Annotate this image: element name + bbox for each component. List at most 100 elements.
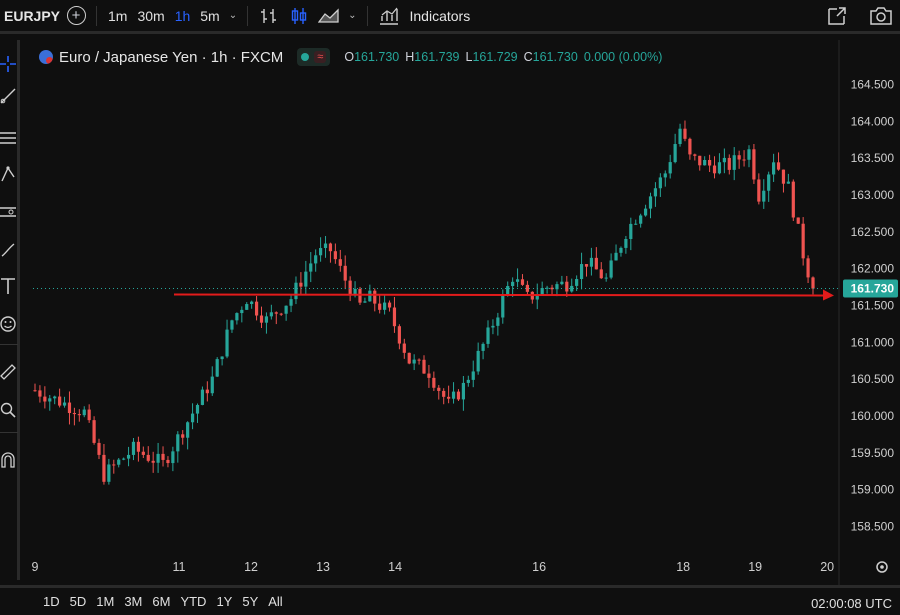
- price-chart[interactable]: 164.500 164.000 163.500 163.000 162.500 162.0…: [23, 40, 900, 585]
- candle-body: [156, 453, 160, 463]
- text-tool-icon[interactable]: [0, 274, 18, 298]
- candle-body: [456, 391, 461, 400]
- range-5d[interactable]: 5D: [65, 594, 92, 609]
- candle-body: [358, 288, 362, 303]
- candle-body: [417, 359, 421, 361]
- candle-body: [274, 312, 278, 314]
- y-tick-label: 158.500: [851, 520, 895, 534]
- candle-body: [77, 414, 81, 416]
- interval-5m[interactable]: 5m: [195, 8, 224, 24]
- candle-body: [673, 144, 677, 163]
- interval-1h[interactable]: 1h: [170, 8, 196, 24]
- candle-body: [707, 159, 712, 166]
- interval-30m[interactable]: 30m: [132, 8, 169, 24]
- candle-body: [33, 390, 37, 392]
- trend-line-icon[interactable]: [0, 84, 18, 108]
- y-tick-label: 160.500: [851, 372, 895, 386]
- horizontal-ray-line: [173, 293, 824, 297]
- candle-body: [501, 295, 505, 318]
- projection-icon[interactable]: [0, 200, 18, 224]
- indicators-button[interactable]: Indicators: [410, 8, 471, 24]
- x-tick-label: 14: [388, 560, 402, 574]
- compare-symbol-button[interactable]: +: [62, 2, 90, 30]
- candle-body: [363, 301, 367, 303]
- range-1m[interactable]: 1M: [91, 594, 119, 609]
- range-3m[interactable]: 3M: [119, 594, 147, 609]
- y-tick-label: 159.500: [851, 446, 895, 460]
- toolbar-right: [822, 4, 896, 28]
- candle-body: [210, 376, 214, 394]
- candle-body: [117, 459, 121, 465]
- crosshair-icon[interactable]: [0, 52, 18, 76]
- candle-body: [451, 391, 456, 399]
- candle-body: [328, 243, 333, 252]
- candle-body: [757, 179, 761, 202]
- market-open-icon: [301, 53, 310, 61]
- candle-body: [333, 251, 337, 260]
- range-6m[interactable]: 6M: [147, 594, 175, 609]
- market-status-badge[interactable]: ≈: [297, 48, 331, 66]
- candle-body: [629, 223, 633, 239]
- candle-body: [200, 389, 205, 405]
- indicators-icon[interactable]: [377, 4, 401, 28]
- candle-body: [624, 238, 628, 248]
- candle-body: [67, 402, 72, 414]
- utc-clock[interactable]: 02:00:08 UTC: [811, 596, 892, 611]
- candle-body: [87, 409, 91, 421]
- candle-body: [767, 174, 771, 191]
- interval-dropdown-icon[interactable]: ⌄: [225, 10, 241, 21]
- candle-body: [176, 434, 180, 452]
- bar-chart-type-icon[interactable]: [257, 4, 281, 28]
- chart-pane[interactable]: 164.500 164.000 163.500 163.000 162.500 162.0…: [23, 40, 900, 585]
- candle-body: [703, 159, 707, 166]
- emoji-icon[interactable]: [0, 312, 18, 336]
- range-ytd[interactable]: YTD: [175, 594, 211, 609]
- candle-body: [343, 265, 347, 281]
- chart-type-dropdown-icon[interactable]: ⌄: [344, 10, 360, 21]
- candle-body: [82, 409, 86, 416]
- candle-body: [323, 243, 328, 249]
- brush-icon[interactable]: [0, 238, 18, 262]
- candle-body: [683, 128, 687, 139]
- candle-body: [259, 315, 264, 323]
- fib-retracement-icon[interactable]: [0, 126, 18, 150]
- candle-body: [402, 343, 406, 353]
- candle-body: [43, 396, 47, 402]
- candle-body: [38, 390, 42, 397]
- range-1d[interactable]: 1D: [38, 594, 65, 609]
- candle-body: [604, 277, 608, 279]
- range-all[interactable]: All: [263, 594, 287, 609]
- ruler-icon[interactable]: [0, 360, 18, 384]
- zoom-in-icon[interactable]: [0, 398, 18, 422]
- fullscreen-open-icon[interactable]: [825, 4, 849, 28]
- candle-body: [205, 389, 209, 394]
- candle-body: [579, 264, 584, 280]
- range-5y[interactable]: 5Y: [237, 594, 263, 609]
- area-chart-type-icon[interactable]: [317, 4, 341, 28]
- candle-body: [407, 352, 411, 364]
- ohlc-low: L161.729: [465, 50, 518, 64]
- y-tick-label: 164.500: [851, 77, 895, 91]
- magnet-icon[interactable]: [0, 448, 18, 472]
- symbol-search[interactable]: EURJPY: [0, 8, 62, 24]
- legend-title[interactable]: Euro / Japanese Yen · 1h · FXCM: [59, 49, 283, 66]
- candle-body: [122, 458, 126, 460]
- candle-body: [712, 165, 717, 174]
- range-1y[interactable]: 1Y: [211, 594, 237, 609]
- pattern-icon[interactable]: [0, 162, 18, 186]
- candle-body: [284, 305, 288, 314]
- camera-icon[interactable]: [869, 4, 893, 28]
- candle-body: [126, 454, 131, 459]
- interval-1m[interactable]: 1m: [103, 8, 132, 24]
- candle-body: [314, 255, 318, 264]
- candles-chart-type-icon[interactable]: [287, 4, 311, 28]
- candle-body: [195, 404, 200, 414]
- x-tick-label: 11: [173, 560, 186, 574]
- candle-body: [235, 313, 239, 321]
- candle-body: [225, 329, 229, 357]
- candle-body: [653, 188, 658, 197]
- candle-body: [269, 312, 273, 317]
- candle-body: [486, 327, 490, 344]
- candle-body: [791, 181, 795, 218]
- candle-body: [555, 284, 559, 290]
